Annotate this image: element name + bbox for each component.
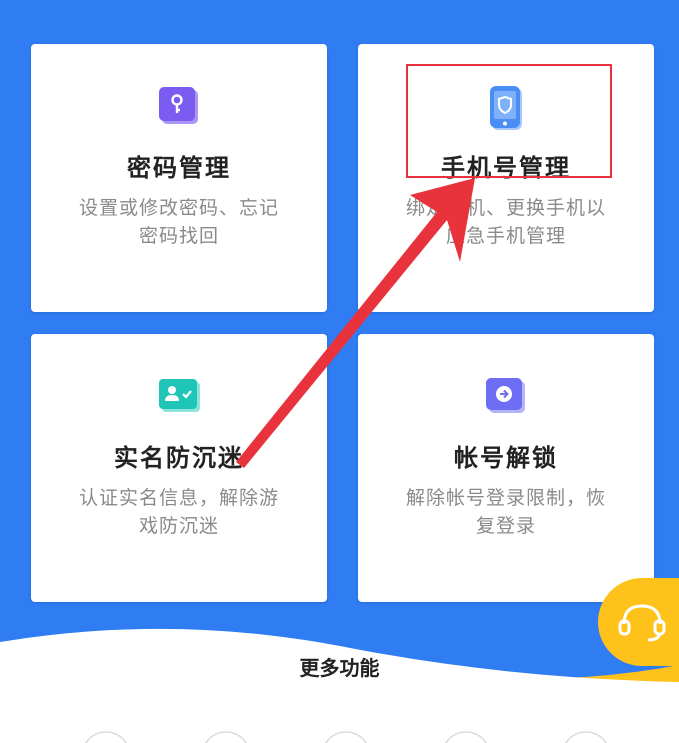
watermark-logo: Bai: [520, 676, 571, 711]
card-description: 认证实名信息，解除游 戏防沉迷: [78, 487, 279, 537]
real-name-anti-addiction-card[interactable]: 实名防沉迷 认证实名信息，解除游 戏防沉迷: [31, 334, 327, 602]
card-title: 密码管理: [127, 154, 231, 182]
card-title: 实名防沉迷: [114, 444, 244, 472]
password-management-card[interactable]: 密码管理 设置或修改密码、忘记 密码找回: [31, 44, 327, 312]
customer-support-button[interactable]: [598, 578, 679, 666]
annotation-highlight-box: [406, 64, 612, 178]
headset-icon: [618, 604, 666, 642]
id-card-icon: [159, 379, 200, 412]
watermark-url: jingyan.baidu.com: [520, 708, 622, 721]
account-unlock-card[interactable]: 帐号解锁 解除帐号登录限制，恢 复登录: [358, 334, 654, 602]
baidu-jingyan-watermark: Baidu 经验 jingyan.baidu.com: [520, 676, 670, 722]
card-title: 帐号解锁: [454, 444, 558, 472]
card-description: 绑定手机、更换手机以 应急手机管理: [405, 197, 606, 247]
unlock-arrow-icon: [486, 378, 525, 413]
more-features-icon-row: [84, 731, 608, 743]
key-icon: [159, 87, 198, 124]
card-description: 解除帐号登录限制，恢 复登录: [405, 487, 606, 537]
card-description: 设置或修改密码、忘记 密码找回: [78, 197, 279, 247]
